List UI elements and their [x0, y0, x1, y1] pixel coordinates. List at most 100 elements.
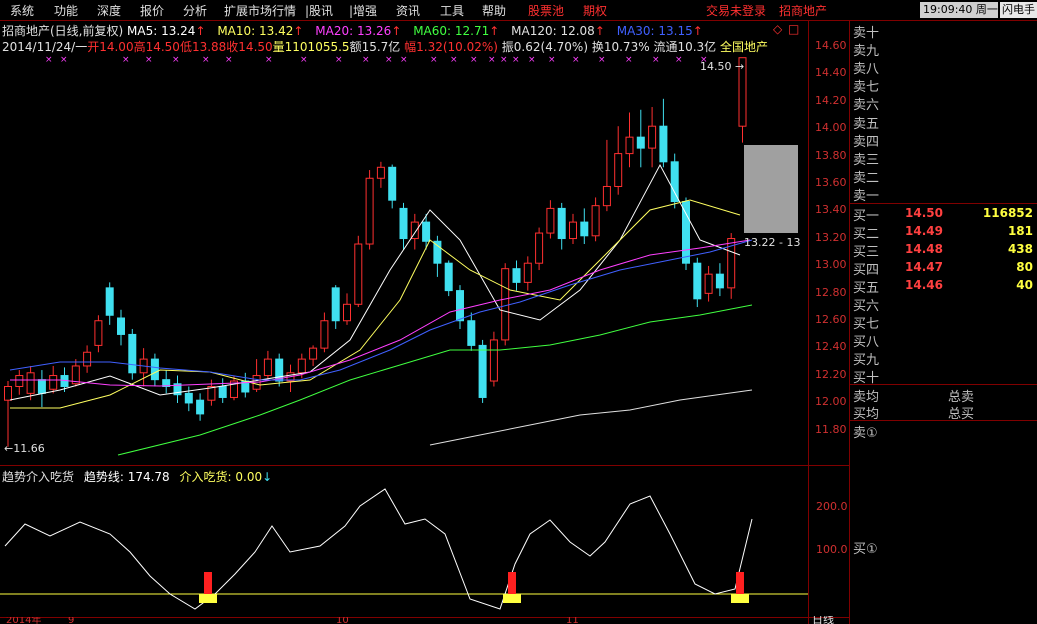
- footer-tick-9: 9: [68, 617, 75, 624]
- menu-info[interactable]: 资讯: [396, 2, 420, 19]
- svg-text:×: ×: [60, 55, 68, 65]
- indicator-header: 趋势介入吃货 趋势线: 174.78 介入吃货: 0.00↓: [2, 470, 273, 484]
- price-axis-label: 13.80: [815, 148, 847, 162]
- price-axis-label: 14.00: [815, 121, 847, 135]
- ma60-label: MA60: 12.71: [413, 24, 490, 38]
- stock-title: 招商地产(日线,前复权): [2, 24, 124, 38]
- orderbook-sell-row[interactable]: 卖四: [853, 131, 879, 150]
- trade-login-status[interactable]: 交易未登录: [706, 2, 766, 19]
- menu-depth[interactable]: 深度: [97, 2, 121, 19]
- orderbook-buy-volume: 40: [1016, 278, 1033, 292]
- orderbook-sell-row[interactable]: 卖三: [853, 149, 879, 168]
- svg-text:×: ×: [300, 55, 308, 65]
- svg-text:×: ×: [450, 55, 458, 65]
- svg-text:×: ×: [225, 55, 233, 65]
- svg-text:×: ×: [470, 55, 478, 65]
- orderbook-buy-row[interactable]: 买二: [853, 223, 879, 242]
- svg-text:×: ×: [625, 55, 633, 65]
- cursor-price: 13.22 - 13: [744, 236, 801, 249]
- low-marker: ←11.66: [4, 442, 45, 455]
- indicator-axis-200: 200.0: [816, 500, 848, 513]
- orderbook-buy-row[interactable]: 买四: [853, 259, 879, 278]
- menu-quote[interactable]: 报价: [140, 2, 164, 19]
- orderbook-buy-row[interactable]: 买一: [853, 205, 879, 224]
- price-axis-label: 12.40: [815, 340, 847, 354]
- svg-text:×: ×: [548, 55, 556, 65]
- diamond-icon[interactable]: ◇: [773, 22, 782, 36]
- total-buy-label: 总买: [948, 407, 975, 422]
- svg-text:×: ×: [265, 55, 273, 65]
- svg-text:×: ×: [122, 55, 130, 65]
- menu-extended-market[interactable]: 扩展市场行情: [224, 2, 296, 19]
- indicator-name: 趋势介入吃货: [2, 470, 75, 484]
- trend-line-label: 趋势线: 174.78: [83, 470, 170, 484]
- price-axis-label: 13.40: [815, 203, 847, 217]
- orderbook-buy-price: 14.47: [905, 260, 943, 274]
- orderbook-sell-row[interactable]: 卖八: [853, 58, 879, 77]
- indicator-separator: [0, 465, 849, 466]
- orderbook-buy-row[interactable]: 买九: [853, 349, 879, 368]
- close-box-icon[interactable]: □: [788, 22, 799, 36]
- svg-text:×: ×: [500, 55, 508, 65]
- orderbook-buy-row[interactable]: 买八: [853, 331, 879, 350]
- svg-text:×: ×: [528, 55, 536, 65]
- price-axis-label: 12.00: [815, 395, 847, 409]
- price-axis-label: 13.20: [815, 230, 847, 244]
- orderbook-sell-row[interactable]: 卖五: [853, 113, 879, 132]
- footer-separator: [0, 617, 849, 618]
- svg-text:×: ×: [385, 55, 393, 65]
- price-axis-label: 12.60: [815, 313, 847, 326]
- orderbook-buy-row[interactable]: 买五: [853, 277, 879, 296]
- orderbook-buy-row[interactable]: 买六: [853, 295, 879, 314]
- price-axis-label: 13.60: [815, 176, 847, 189]
- ma5-label: MA5: 13.24: [127, 24, 196, 38]
- svg-text:×: ×: [512, 55, 520, 65]
- broker-name[interactable]: 招商地产: [779, 2, 827, 19]
- price-axis-label: 14.60: [815, 39, 847, 52]
- price-axis-label: 12.20: [815, 367, 847, 381]
- menu-stock-pool[interactable]: 股票池: [528, 2, 564, 19]
- orderbook-sell-row[interactable]: 卖十: [853, 22, 879, 41]
- indicator-group: [0, 488, 808, 610]
- svg-text:×: ×: [172, 55, 180, 65]
- menu-help[interactable]: 帮助: [482, 2, 506, 19]
- orderbook-sell-row[interactable]: 卖七: [853, 76, 879, 95]
- menu-stock-news[interactable]: |股讯: [305, 2, 333, 19]
- orderbook-sell-row[interactable]: 卖九: [853, 40, 879, 59]
- menu-tools[interactable]: 工具: [440, 2, 464, 19]
- candles-group: [4, 57, 747, 447]
- menu-function[interactable]: 功能: [54, 2, 78, 19]
- orderbook-avg-separator: [849, 384, 1037, 385]
- candlestick-chart[interactable]: × × × × × × × × × × × × × × × × × × × × × × × × × × ×: [0, 50, 808, 465]
- menu-system[interactable]: 系统: [10, 2, 34, 19]
- orderbook-sell-row[interactable]: 卖一: [853, 185, 879, 204]
- ma30-label: MA30: 13.15: [616, 24, 693, 38]
- flash-trade-button[interactable]: 闪电手: [1000, 2, 1037, 18]
- sell-1-circled[interactable]: 卖①: [853, 422, 878, 441]
- orderbook-sell-row[interactable]: 卖六: [853, 94, 879, 113]
- ma-info-line: 招商地产(日线,前复权) MA5: 13.24↑ MA10: 13.42↑ MA…: [2, 24, 703, 38]
- orderbook-sell-row[interactable]: 卖二: [853, 167, 879, 186]
- orderbook-buy-row[interactable]: 买七: [853, 313, 879, 332]
- price-axis-label: 14.40: [815, 66, 847, 80]
- svg-text:×: ×: [400, 55, 408, 65]
- orderbook-buy-price: 14.48: [905, 242, 943, 256]
- orderbook-buy-row[interactable]: 买三: [853, 241, 879, 260]
- indicator-chart[interactable]: [0, 484, 808, 617]
- menu-enhance[interactable]: |增强: [349, 2, 377, 19]
- svg-text:×: ×: [335, 55, 343, 65]
- period-label[interactable]: 日线: [812, 616, 834, 624]
- svg-text:×: ×: [202, 55, 210, 65]
- orderbook-buy-volume: 80: [1016, 260, 1033, 274]
- buy-1-circled[interactable]: 买①: [853, 538, 878, 557]
- svg-text:×: ×: [572, 55, 580, 65]
- orderbook-buy-volume: 116852: [982, 206, 1033, 220]
- menu-analysis[interactable]: 分析: [183, 2, 207, 19]
- svg-text:×: ×: [598, 55, 606, 65]
- buy-signal-label: 介入吃货: 0.00: [179, 470, 263, 484]
- footer-date: 2014年: [6, 617, 42, 624]
- clock: 19:09:40 周一: [920, 2, 998, 18]
- orderbook-mid-separator: [849, 203, 1037, 204]
- svg-text:×: ×: [430, 55, 438, 65]
- menu-options[interactable]: 期权: [583, 2, 607, 19]
